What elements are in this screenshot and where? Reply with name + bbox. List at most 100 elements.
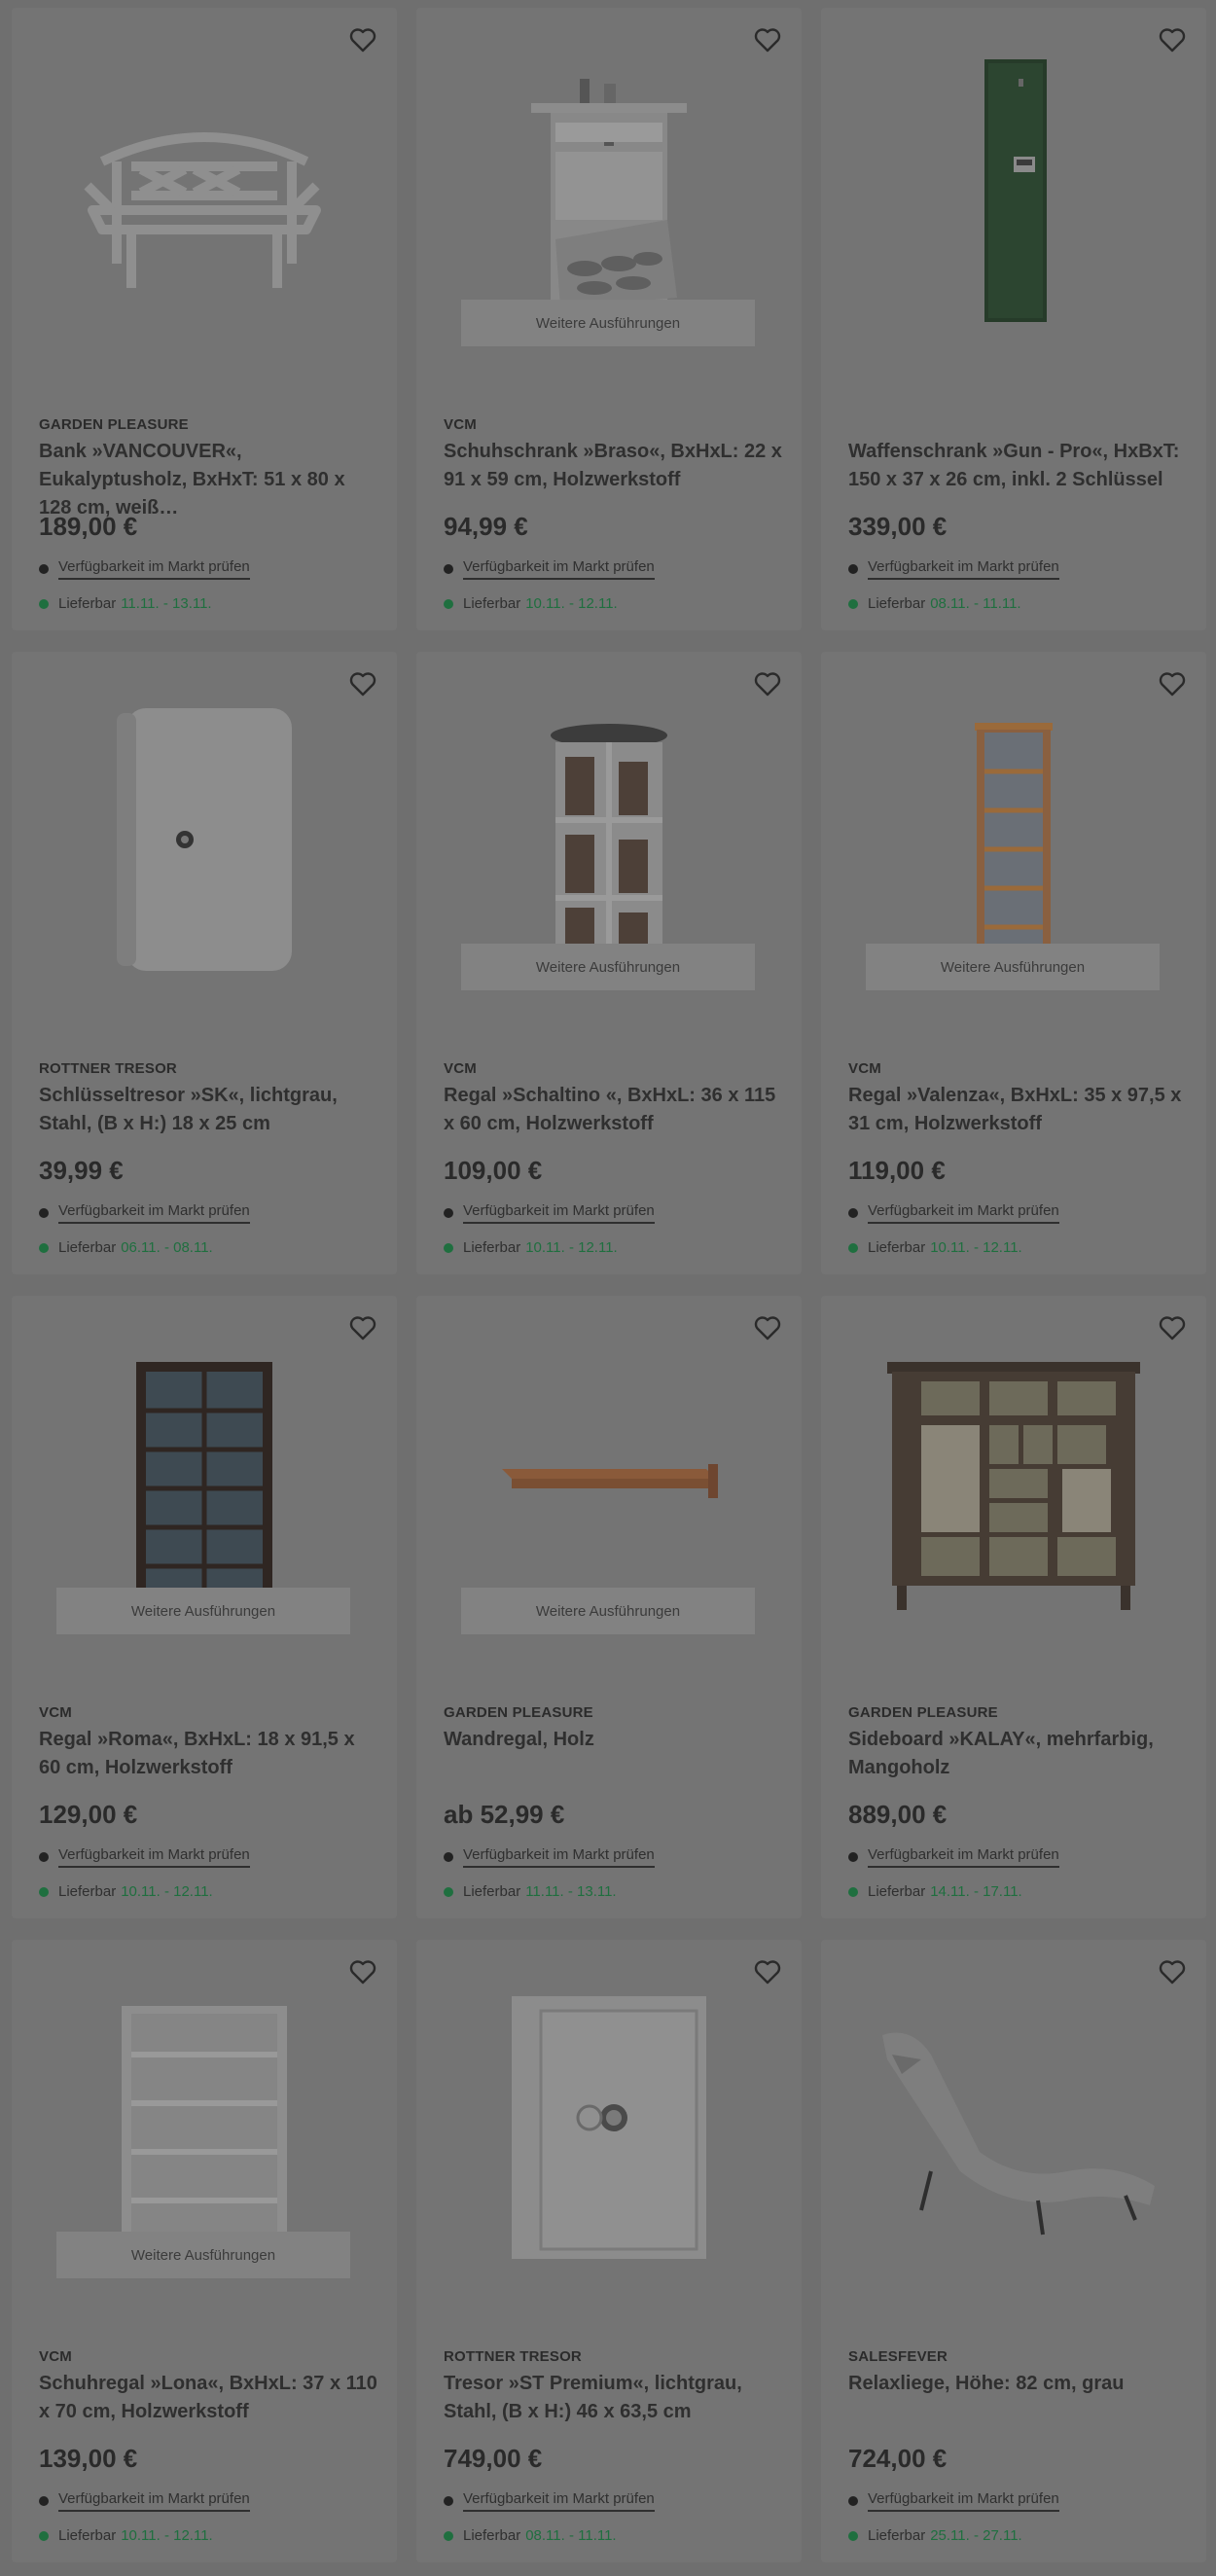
availability-label[interactable]: Verfügbarkeit im Markt prüfen [58,558,250,580]
delivery-date: 10.11. - 12.11. [525,1239,618,1256]
safe-icon [502,1991,716,2269]
availability-label[interactable]: Verfügbarkeit im Markt prüfen [463,1202,655,1224]
availability-dot-icon [848,1208,858,1218]
delivery-date: 08.11. - 11.11. [930,595,1021,612]
delivery-status-dot-icon [848,598,858,609]
product-card[interactable]: Weitere Ausführungen VCM Regal »Valenza«, … [821,652,1206,1274]
availability-label[interactable]: Verfügbarkeit im Markt prüfen [868,2490,1059,2512]
availability-label[interactable]: Verfügbarkeit im Markt prüfen [463,558,655,580]
delivery-status-dot-icon [444,1242,453,1253]
product-title[interactable]: Bank »VANCOUVER«, Eukalyptusholz, BxHxT:… [39,438,379,522]
product-brand: ROTTNER TRESOR [444,2348,582,2365]
check-availability-link[interactable]: Verfügbarkeit im Markt prüfen [848,1202,1059,1224]
product-card[interactable]: GARDEN PLEASURE Sideboard »KALAY«, mehrfa… [821,1296,1206,1918]
more-variants-button[interactable]: Weitere Ausführungen [56,1588,350,1634]
gun-safe-icon [965,50,1062,346]
product-brand: VCM [444,1060,477,1077]
product-image[interactable] [840,1325,1187,1646]
availability-label[interactable]: Verfügbarkeit im Markt prüfen [463,2490,655,2512]
product-brand: GARDEN PLEASURE [444,1704,593,1721]
availability-dot-icon [848,1852,858,1862]
more-variants-button[interactable]: Weitere Ausführungen [461,300,755,346]
product-image[interactable] [840,37,1187,358]
availability-dot-icon [848,2496,858,2506]
product-image[interactable] [31,37,377,358]
product-price: 189,00 € [39,512,138,541]
availability-label[interactable]: Verfügbarkeit im Markt prüfen [463,1846,655,1868]
product-title[interactable]: Tresor »ST Premium«, lichtgrau, Stahl, (… [444,2370,784,2426]
delivery-label: Lieferbar [463,1239,521,1256]
availability-label[interactable]: Verfügbarkeit im Markt prüfen [868,558,1059,580]
product-brand: VCM [39,2348,72,2365]
delivery-label: Lieferbar [58,2527,117,2544]
product-title[interactable]: Wandregal, Holz [444,1726,784,1754]
availability-label[interactable]: Verfügbarkeit im Markt prüfen [58,1202,250,1224]
check-availability-link[interactable]: Verfügbarkeit im Markt prüfen [39,2490,250,2512]
product-card[interactable]: Weitere Ausführungen VCM Regal »Schaltino … [416,652,802,1274]
product-title[interactable]: Waffenschrank »Gun - Pro«, HxBxT: 150 x … [848,438,1189,494]
product-image[interactable] [840,1969,1187,2290]
product-title[interactable]: Sideboard »KALAY«, mehrfarbig, Mangoholz [848,1726,1189,1782]
delivery-info: Lieferbar 08.11. - 11.11. [444,2527,617,2544]
check-availability-link[interactable]: Verfügbarkeit im Markt prüfen [39,558,250,580]
delivery-label: Lieferbar [58,595,117,612]
product-title[interactable]: Regal »Roma«, BxHxL: 18 x 91,5 x 60 cm, … [39,1726,379,1782]
delivery-info: Lieferbar 25.11. - 27.11. [848,2527,1022,2544]
delivery-info: Lieferbar 10.11. - 12.11. [39,2527,213,2544]
check-availability-link[interactable]: Verfügbarkeit im Markt prüfen [444,1846,655,1868]
product-card[interactable]: Weitere Ausführungen GARDEN PLEASURE Wandr… [416,1296,802,1918]
delivery-status-dot-icon [848,1886,858,1897]
product-price: 889,00 € [848,1800,948,1829]
check-availability-link[interactable]: Verfügbarkeit im Markt prüfen [444,2490,655,2512]
product-title[interactable]: Schuhregal »Lona«, BxHxL: 37 x 110 x 70 … [39,2370,379,2426]
delivery-info: Lieferbar 11.11. - 13.11. [444,1883,617,1900]
delivery-status-dot-icon [848,2530,858,2541]
product-title[interactable]: Relaxliege, Höhe: 82 cm, grau [848,2370,1189,2398]
check-availability-link[interactable]: Verfügbarkeit im Markt prüfen [444,1202,655,1224]
more-variants-button[interactable]: Weitere Ausführungen [866,944,1160,990]
product-grid: GARDEN PLEASURE Bank »VANCOUVER«, Eukalyp… [0,0,1216,2576]
check-availability-link[interactable]: Verfügbarkeit im Markt prüfen [848,2490,1059,2512]
availability-label[interactable]: Verfügbarkeit im Markt prüfen [58,1846,250,1868]
availability-label[interactable]: Verfügbarkeit im Markt prüfen [868,1202,1059,1224]
delivery-date: 11.11. - 13.11. [525,1883,617,1900]
product-card[interactable]: Weitere Ausführungen VCM Regal »Roma«, BxH… [12,1296,397,1918]
bench-icon [73,93,336,303]
delivery-info: Lieferbar 10.11. - 12.11. [848,1239,1022,1256]
product-card[interactable]: GARDEN PLEASURE Bank »VANCOUVER«, Eukalyp… [12,8,397,630]
more-variants-button[interactable]: Weitere Ausführungen [461,944,755,990]
check-availability-link[interactable]: Verfügbarkeit im Markt prüfen [39,1846,250,1868]
availability-label[interactable]: Verfügbarkeit im Markt prüfen [868,1846,1059,1868]
product-image[interactable] [31,681,377,1002]
delivery-date: 10.11. - 12.11. [121,1883,213,1900]
delivery-label: Lieferbar [463,595,521,612]
delivery-date: 10.11. - 12.11. [525,595,618,612]
record-shelf-icon [521,718,697,966]
product-card[interactable]: ROTTNER TRESOR Tresor »ST Premium«, licht… [416,1940,802,2562]
product-card[interactable]: ROTTNER TRESOR Schlüsseltresor »SK«, lich… [12,652,397,1274]
check-availability-link[interactable]: Verfügbarkeit im Markt prüfen [444,558,655,580]
product-image[interactable] [436,1969,782,2290]
product-title[interactable]: Schlüsseltresor »SK«, lichtgrau, Stahl, … [39,1082,379,1138]
delivery-status-dot-icon [444,2530,453,2541]
availability-label[interactable]: Verfügbarkeit im Markt prüfen [58,2490,250,2512]
product-title[interactable]: Schuhschrank »Braso«, BxHxL: 22 x 91 x 5… [444,438,784,494]
more-variants-button[interactable]: Weitere Ausführungen [56,2232,350,2278]
product-price: 109,00 € [444,1156,543,1185]
check-availability-link[interactable]: Verfügbarkeit im Markt prüfen [848,1846,1059,1868]
check-availability-link[interactable]: Verfügbarkeit im Markt prüfen [39,1202,250,1224]
product-title[interactable]: Regal »Schaltino «, BxHxL: 36 x 115 x 60… [444,1082,784,1138]
delivery-date: 10.11. - 12.11. [121,2527,213,2544]
product-card[interactable]: SALESFEVER Relaxliege, Höhe: 82 cm, grau 7… [821,1940,1206,2562]
product-title[interactable]: Regal »Valenza«, BxHxL: 35 x 97,5 x 31 c… [848,1082,1189,1138]
product-price: 139,00 € [39,2444,138,2473]
delivery-status-dot-icon [39,1886,49,1897]
more-variants-button[interactable]: Weitere Ausführungen [461,1588,755,1634]
product-card[interactable]: Waffenschrank »Gun - Pro«, HxBxT: 150 x … [821,8,1206,630]
product-brand: ROTTNER TRESOR [39,1060,177,1077]
product-card[interactable]: Weitere Ausführungen VCM Schuhregal »Lona«… [12,1940,397,2562]
check-availability-link[interactable]: Verfügbarkeit im Markt prüfen [848,558,1059,580]
product-card[interactable]: Weitere Ausführungen VCM Schuhschrank »Bra… [416,8,802,630]
delivery-info: Lieferbar 10.11. - 12.11. [39,1883,213,1900]
product-price: 724,00 € [848,2444,948,2473]
